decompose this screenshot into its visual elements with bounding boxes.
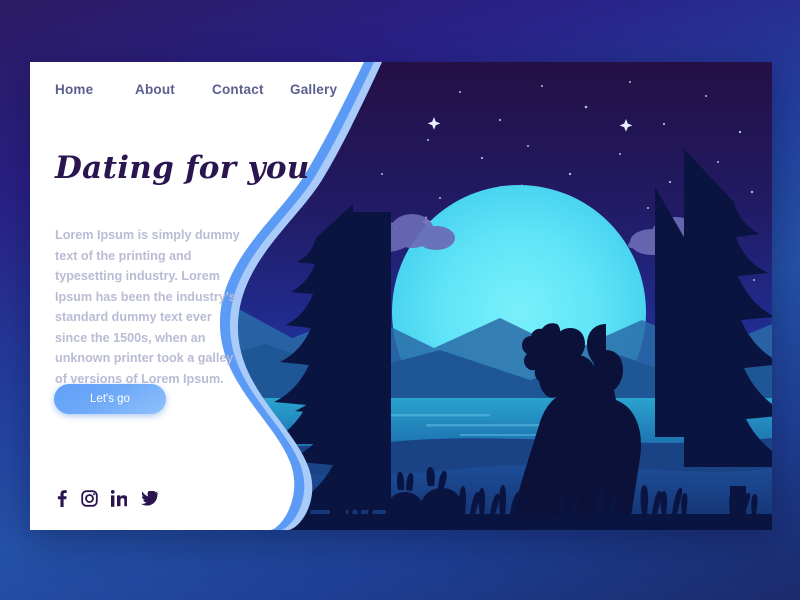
nav-item-contact[interactable]: Contact	[212, 82, 290, 97]
nav-item-gallery[interactable]: Gallery	[290, 82, 360, 97]
left-content-panel: Home About Contact Gallery Dating for yo…	[30, 62, 360, 530]
social-links	[54, 490, 158, 507]
instagram-icon[interactable]	[81, 490, 98, 507]
lets-go-button[interactable]: Let's go	[54, 384, 166, 414]
twitter-icon[interactable]	[140, 491, 158, 506]
page-title: Dating for you	[55, 150, 310, 186]
main-navigation: Home About Contact Gallery	[55, 82, 360, 97]
hero-body-text: Lorem Ipsum is simply dummy text of the …	[55, 228, 240, 386]
nav-item-home[interactable]: Home	[55, 82, 135, 97]
linkedin-icon[interactable]	[111, 490, 127, 507]
nav-item-about[interactable]: About	[135, 82, 212, 97]
page-frame: Home About Contact Gallery Dating for yo…	[0, 0, 800, 600]
hero-card: Home About Contact Gallery Dating for yo…	[30, 62, 772, 530]
facebook-icon[interactable]	[54, 490, 68, 507]
